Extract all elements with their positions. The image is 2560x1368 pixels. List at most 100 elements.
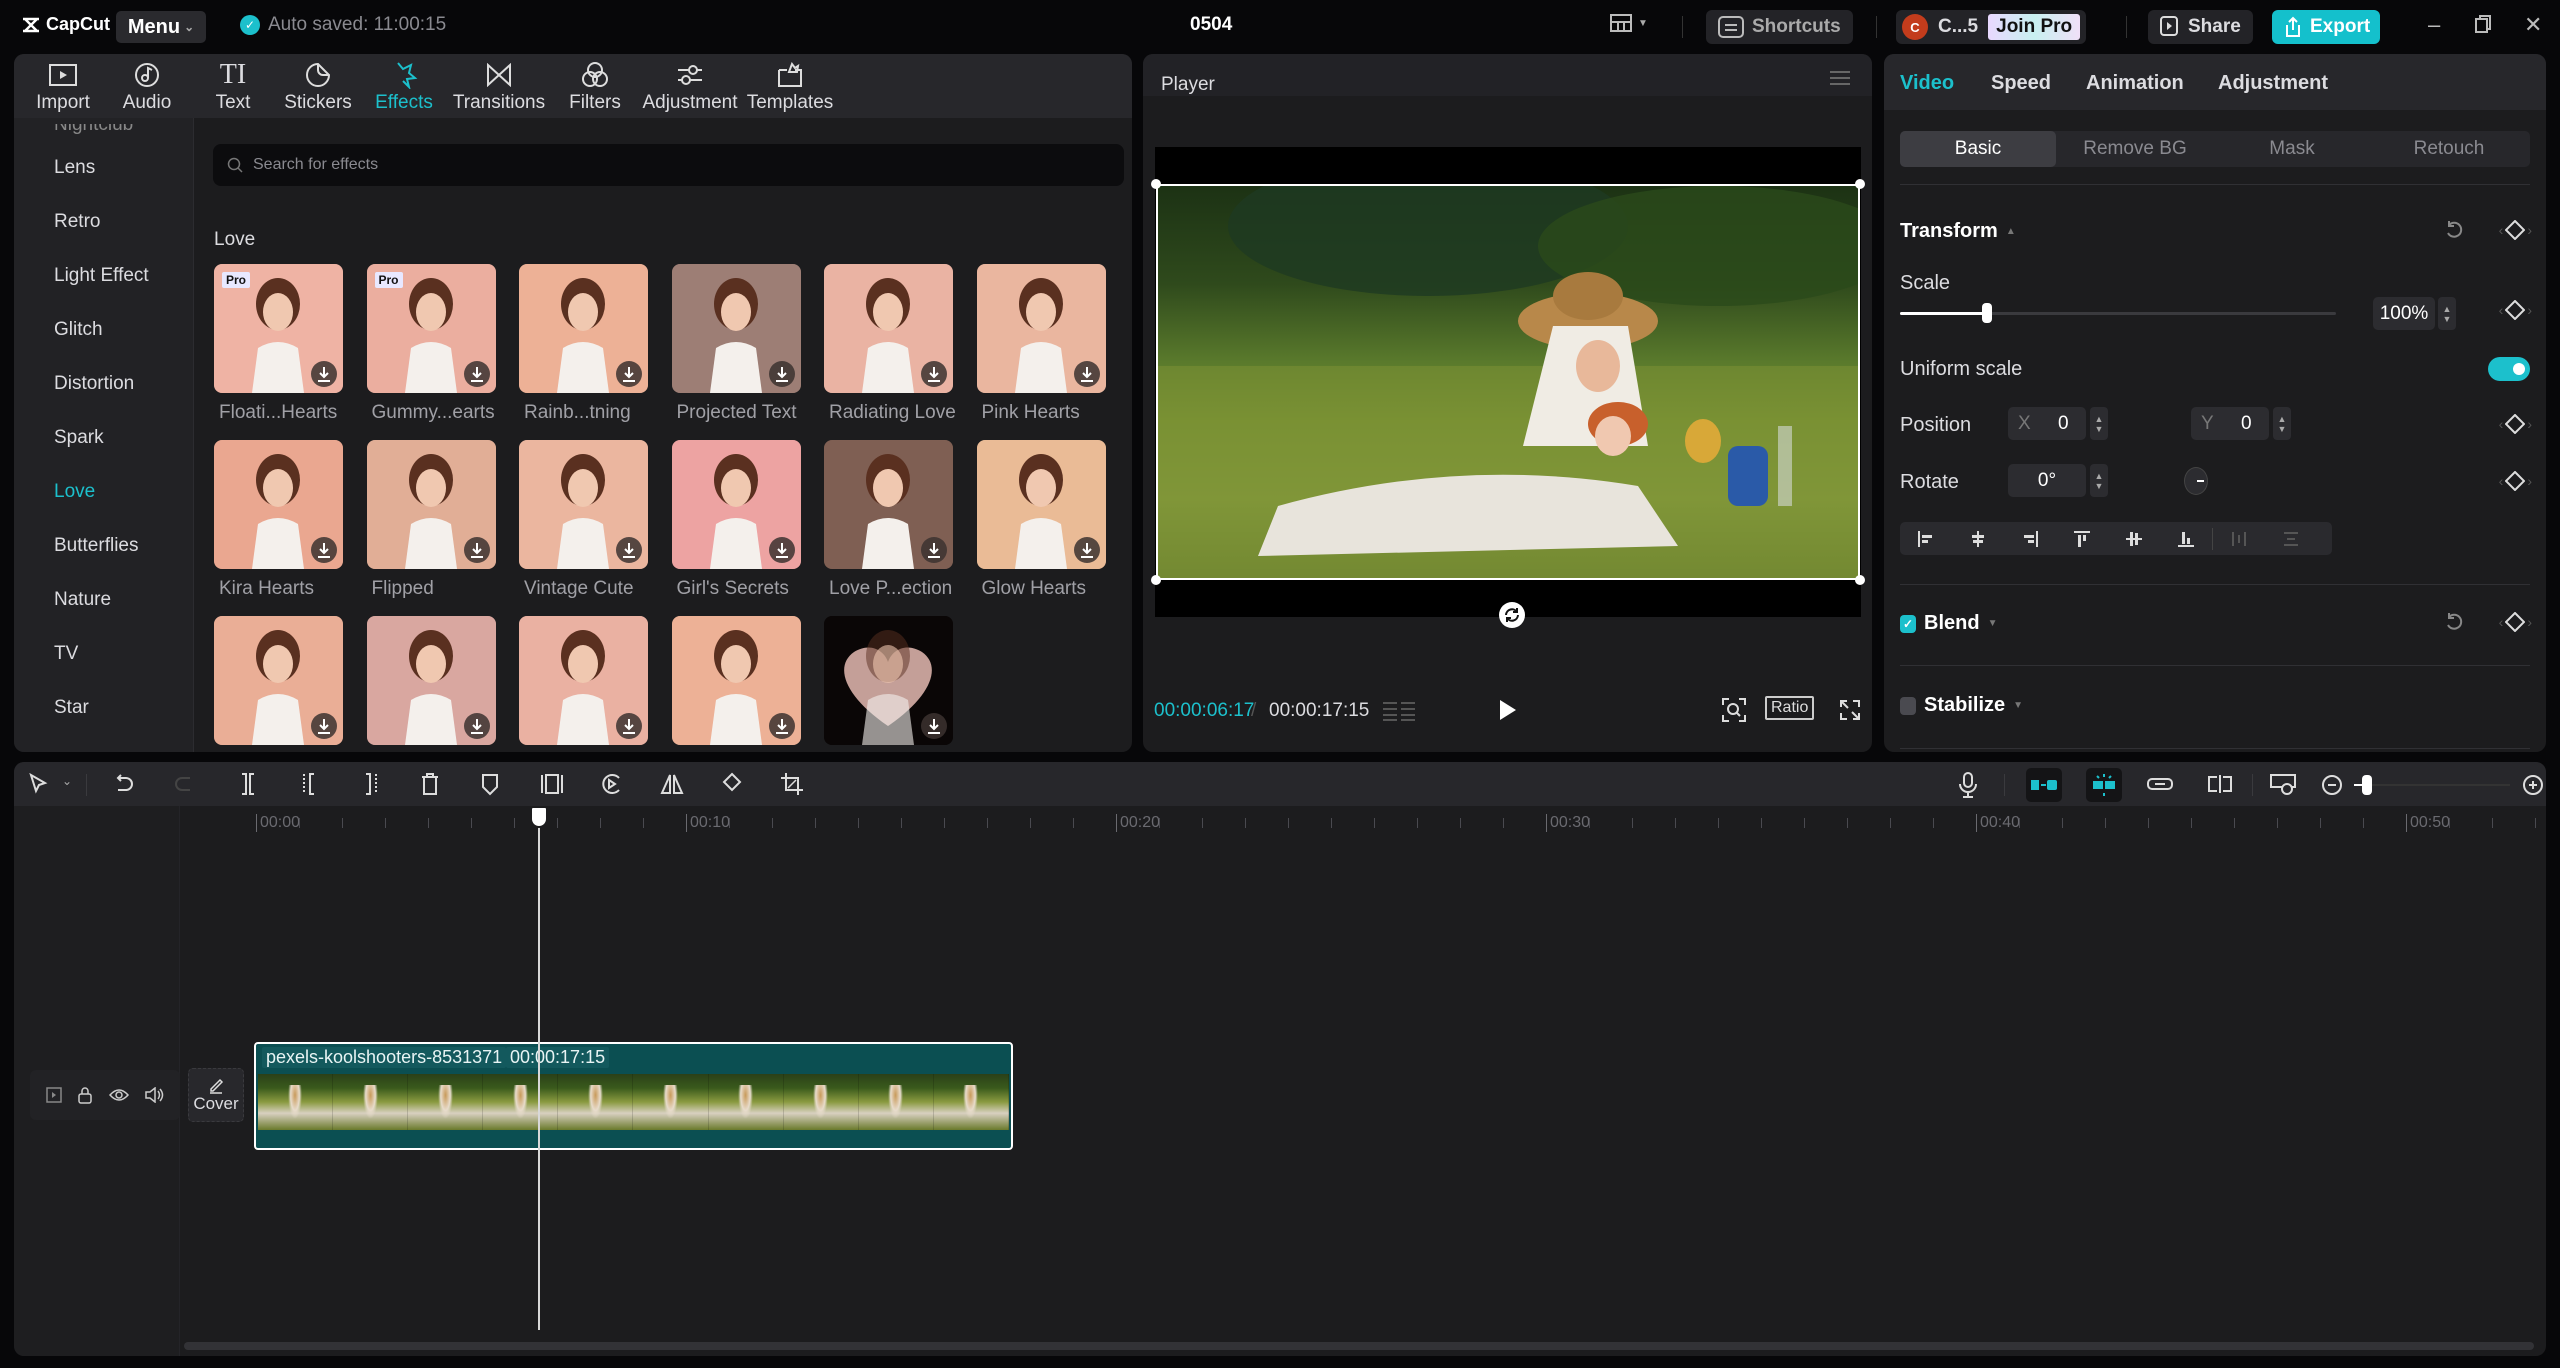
layout-button[interactable]: ▼ <box>1610 14 1648 32</box>
keyframe-control[interactable]: ‹ › <box>2499 414 2532 434</box>
select-tool-icon[interactable] <box>28 773 50 795</box>
resize-handle-br[interactable] <box>1855 575 1865 585</box>
tab-transitions[interactable]: Transitions <box>446 54 552 118</box>
zoom-out-icon[interactable] <box>2321 774 2343 796</box>
category-item[interactable]: Nightclub <box>54 124 133 136</box>
track-thumbnail-icon[interactable] <box>46 1087 62 1103</box>
zoom-in-icon[interactable] <box>2522 774 2544 796</box>
cover-button[interactable]: Cover <box>188 1068 244 1122</box>
subtab-basic[interactable]: Basic <box>1900 131 2056 167</box>
rotate-dial[interactable] <box>2184 467 2208 495</box>
tab-templates[interactable]: Templates <box>742 54 838 118</box>
delete-left-icon[interactable] <box>300 772 320 796</box>
download-icon[interactable] <box>921 537 947 563</box>
align-middle-v-icon[interactable] <box>2108 530 2160 548</box>
category-light-effect[interactable]: Light Effect <box>54 265 149 287</box>
effect-card[interactable] <box>824 264 953 393</box>
effect-card[interactable]: Pro <box>366 264 496 393</box>
subtab-retouch[interactable]: Retouch <box>2371 131 2527 167</box>
download-icon[interactable] <box>463 713 490 739</box>
delete-icon[interactable] <box>420 772 440 796</box>
undo-icon[interactable] <box>114 774 134 794</box>
player-menu-icon[interactable] <box>1830 70 1850 86</box>
download-icon[interactable] <box>311 537 337 563</box>
scale-slider[interactable] <box>1900 303 2336 323</box>
account-area[interactable]: C C...5 Join Pro <box>1896 10 2087 44</box>
subtab-remove-bg[interactable]: Remove BG <box>2057 131 2213 167</box>
tab-text[interactable]: TI Text <box>192 54 274 118</box>
user-avatar[interactable]: C <box>1902 14 1928 40</box>
volume-icon[interactable] <box>144 1087 164 1103</box>
rotate-icon[interactable] <box>720 772 744 796</box>
tab-filters[interactable]: Filters <box>552 54 638 118</box>
effect-card[interactable] <box>824 616 953 745</box>
timeline-ruler-zoom-icon[interactable] <box>2270 773 2296 797</box>
keyframe-control[interactable]: ‹ › <box>2499 300 2532 320</box>
align-bottom-icon[interactable] <box>2160 530 2212 548</box>
download-icon[interactable] <box>768 361 795 387</box>
effect-card[interactable] <box>214 440 343 569</box>
keyframe-diamond-icon[interactable] <box>2505 414 2526 434</box>
rotate-input[interactable]: 0° <box>2008 464 2086 497</box>
minimize-button[interactable]: – <box>2428 12 2440 38</box>
tab-stickers[interactable]: Stickers <box>274 54 362 118</box>
download-icon[interactable] <box>768 713 795 739</box>
split-icon[interactable] <box>238 772 258 796</box>
category-butterflies[interactable]: Butterflies <box>54 535 138 557</box>
category-love[interactable]: Love <box>54 481 95 503</box>
resize-handle-bl[interactable] <box>1151 575 1161 585</box>
eye-icon[interactable] <box>108 1088 129 1102</box>
tab-audio[interactable]: Audio <box>102 54 192 118</box>
position-y-stepper[interactable]: ▲ ▼ <box>2273 407 2291 440</box>
tab-adjustment[interactable]: Adjustment <box>638 54 742 118</box>
auto-snap-toggle[interactable] <box>2026 768 2062 802</box>
export-button[interactable]: Export <box>2272 10 2380 44</box>
video-clip[interactable]: pexels-koolshooters-8531371 00:00:17:15 <box>254 1042 1013 1150</box>
reverse-icon[interactable] <box>600 772 624 796</box>
category-glitch[interactable]: Glitch <box>54 319 103 341</box>
download-icon[interactable] <box>311 361 337 387</box>
tab-adjustment[interactable]: Adjustment <box>2218 72 2328 95</box>
subtab-mask[interactable]: Mask <box>2214 131 2370 167</box>
search-input[interactable]: Search for effects <box>253 156 378 174</box>
delete-right-icon[interactable] <box>360 772 380 796</box>
download-icon[interactable] <box>616 713 642 739</box>
scale-stepper[interactable]: ▲ ▼ <box>2438 297 2456 330</box>
crop-icon[interactable] <box>780 772 804 796</box>
category-tv[interactable]: TV <box>54 643 78 665</box>
shortcuts-button[interactable]: Shortcuts <box>1706 10 1853 44</box>
effect-card[interactable] <box>519 616 648 745</box>
align-top-icon[interactable] <box>2056 530 2108 548</box>
chevron-down-icon[interactable]: ⌄ <box>62 774 72 788</box>
timeline-zoom-slider[interactable] <box>2354 775 2510 795</box>
blend-header[interactable]: ✓ Blend ▼ <box>1900 612 1997 635</box>
effects-search[interactable]: Search for effects <box>213 144 1124 186</box>
category-lens[interactable]: Lens <box>54 157 95 179</box>
align-center-h-icon[interactable] <box>1952 530 2004 548</box>
position-x-stepper[interactable]: ▲ ▼ <box>2090 407 2108 440</box>
playhead-handle[interactable] <box>530 806 548 828</box>
effect-card[interactable] <box>671 264 801 393</box>
menu-button[interactable]: Menu ⌄ <box>116 11 206 43</box>
download-icon[interactable] <box>1073 537 1100 563</box>
play-button[interactable] <box>1498 699 1518 721</box>
download-icon[interactable] <box>1073 361 1100 387</box>
uniform-scale-toggle[interactable] <box>2488 357 2530 381</box>
category-nature[interactable]: Nature <box>54 589 111 611</box>
split-preview-icon[interactable] <box>2206 774 2234 794</box>
tab-effects[interactable]: Effects <box>362 54 446 118</box>
timeline-horizontal-scrollbar[interactable] <box>184 1342 2534 1350</box>
resize-handle-tr[interactable] <box>1855 179 1865 189</box>
effect-card[interactable] <box>366 616 496 745</box>
rotate-stepper[interactable]: ▲ ▼ <box>2090 464 2108 497</box>
zoom-fit-icon[interactable] <box>1721 697 1747 723</box>
effect-card[interactable]: Pro <box>214 264 343 393</box>
download-icon[interactable] <box>921 713 947 739</box>
category-distortion[interactable]: Distortion <box>54 373 134 395</box>
transform-header[interactable]: Transform ▲ <box>1900 220 2016 243</box>
download-icon[interactable] <box>463 361 490 387</box>
playhead-line[interactable] <box>538 810 540 1330</box>
join-pro-button[interactable]: Join Pro <box>1988 14 2081 40</box>
effect-card[interactable] <box>366 440 496 569</box>
zoom-slider-knob[interactable] <box>2361 775 2372 795</box>
